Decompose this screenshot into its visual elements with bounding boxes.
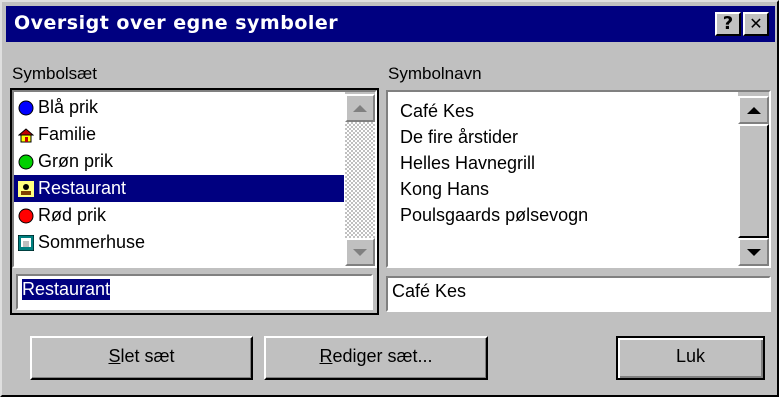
summerhouse-icon [18, 235, 34, 251]
delete-set-button[interactable]: Slet sæt [30, 336, 253, 380]
blue-dot-icon [18, 100, 34, 116]
close-window-button[interactable]: ✕ [743, 12, 769, 36]
scroll-up-button[interactable] [738, 96, 769, 124]
scroll-track[interactable] [345, 122, 375, 238]
scroll-down-button[interactable] [738, 238, 769, 266]
arrow-up-icon [353, 105, 367, 112]
list-item-label: Sommerhuse [38, 232, 146, 252]
symbol-name-scrollbar[interactable] [738, 92, 769, 266]
symbol-name-edit-value[interactable]: Café Kes [392, 281, 466, 302]
edit-label: ediger sæt... [332, 346, 433, 366]
edit-mnemonic: R [319, 346, 333, 366]
list-item[interactable]: Kong Hans [400, 176, 489, 203]
title-bar[interactable]: Oversigt over egne symboler ? ✕ [6, 6, 775, 42]
scroll-up-button[interactable] [345, 94, 375, 122]
list-item[interactable]: Familie [14, 121, 344, 148]
symbol-name-list[interactable]: Café Kes De fire årstider Helles Havnegr… [386, 90, 771, 268]
symbol-set-label: Symbolsæt [12, 64, 98, 83]
green-dot-icon [18, 154, 34, 170]
arrow-up-icon [746, 107, 761, 114]
red-dot-icon [18, 208, 34, 224]
house-icon [18, 128, 34, 143]
restaurant-icon [18, 181, 34, 197]
delete-mnemonic: S [108, 346, 121, 366]
close-button[interactable]: Luk [616, 336, 765, 380]
symbol-set-scrollbar[interactable] [345, 92, 375, 266]
list-item[interactable]: Sommerhuse [14, 229, 344, 256]
list-item[interactable]: Grøn prik [14, 148, 344, 175]
scroll-thumb[interactable] [738, 124, 769, 238]
symbol-name-label: Symbolnavn [388, 64, 482, 83]
list-item-label: Familie [38, 124, 97, 144]
help-button[interactable]: ? [715, 12, 741, 36]
list-item-label: Restaurant [38, 178, 127, 198]
list-item[interactable]: Poulsgaards pølsevogn [400, 202, 588, 229]
close-label: Luk [675, 346, 706, 366]
scroll-down-button[interactable] [345, 238, 375, 266]
list-item[interactable]: Helles Havnegrill [400, 150, 535, 177]
edit-set-button[interactable]: Rediger sæt... [264, 336, 488, 380]
list-item-label: Grøn prik [38, 151, 114, 171]
window-title: Oversigt over egne symboler [14, 12, 339, 34]
dialog-window: Oversigt over egne symboler ? ✕ Symbolsæ… [0, 0, 779, 397]
symbol-set-edit-value[interactable]: Restaurant [20, 278, 112, 301]
list-item[interactable]: Café Kes [400, 98, 474, 125]
symbol-set-edit-field[interactable]: Restaurant [16, 274, 373, 310]
arrow-down-icon [353, 249, 367, 256]
delete-label: let sæt [120, 346, 175, 366]
list-item[interactable]: Rød prik [14, 202, 344, 229]
list-item-selected[interactable]: Restaurant [14, 175, 344, 202]
list-item-label: Rød prik [38, 205, 107, 225]
arrow-down-icon [746, 249, 761, 256]
symbol-set-list[interactable]: Blå prik Familie Grøn prik Restaurant Rø… [12, 90, 377, 268]
symbol-name-edit-field[interactable]: Café Kes [386, 276, 771, 312]
list-item[interactable]: De fire årstider [400, 124, 518, 151]
list-item[interactable]: Blå prik [14, 94, 344, 121]
list-item-label: Blå prik [38, 97, 99, 117]
